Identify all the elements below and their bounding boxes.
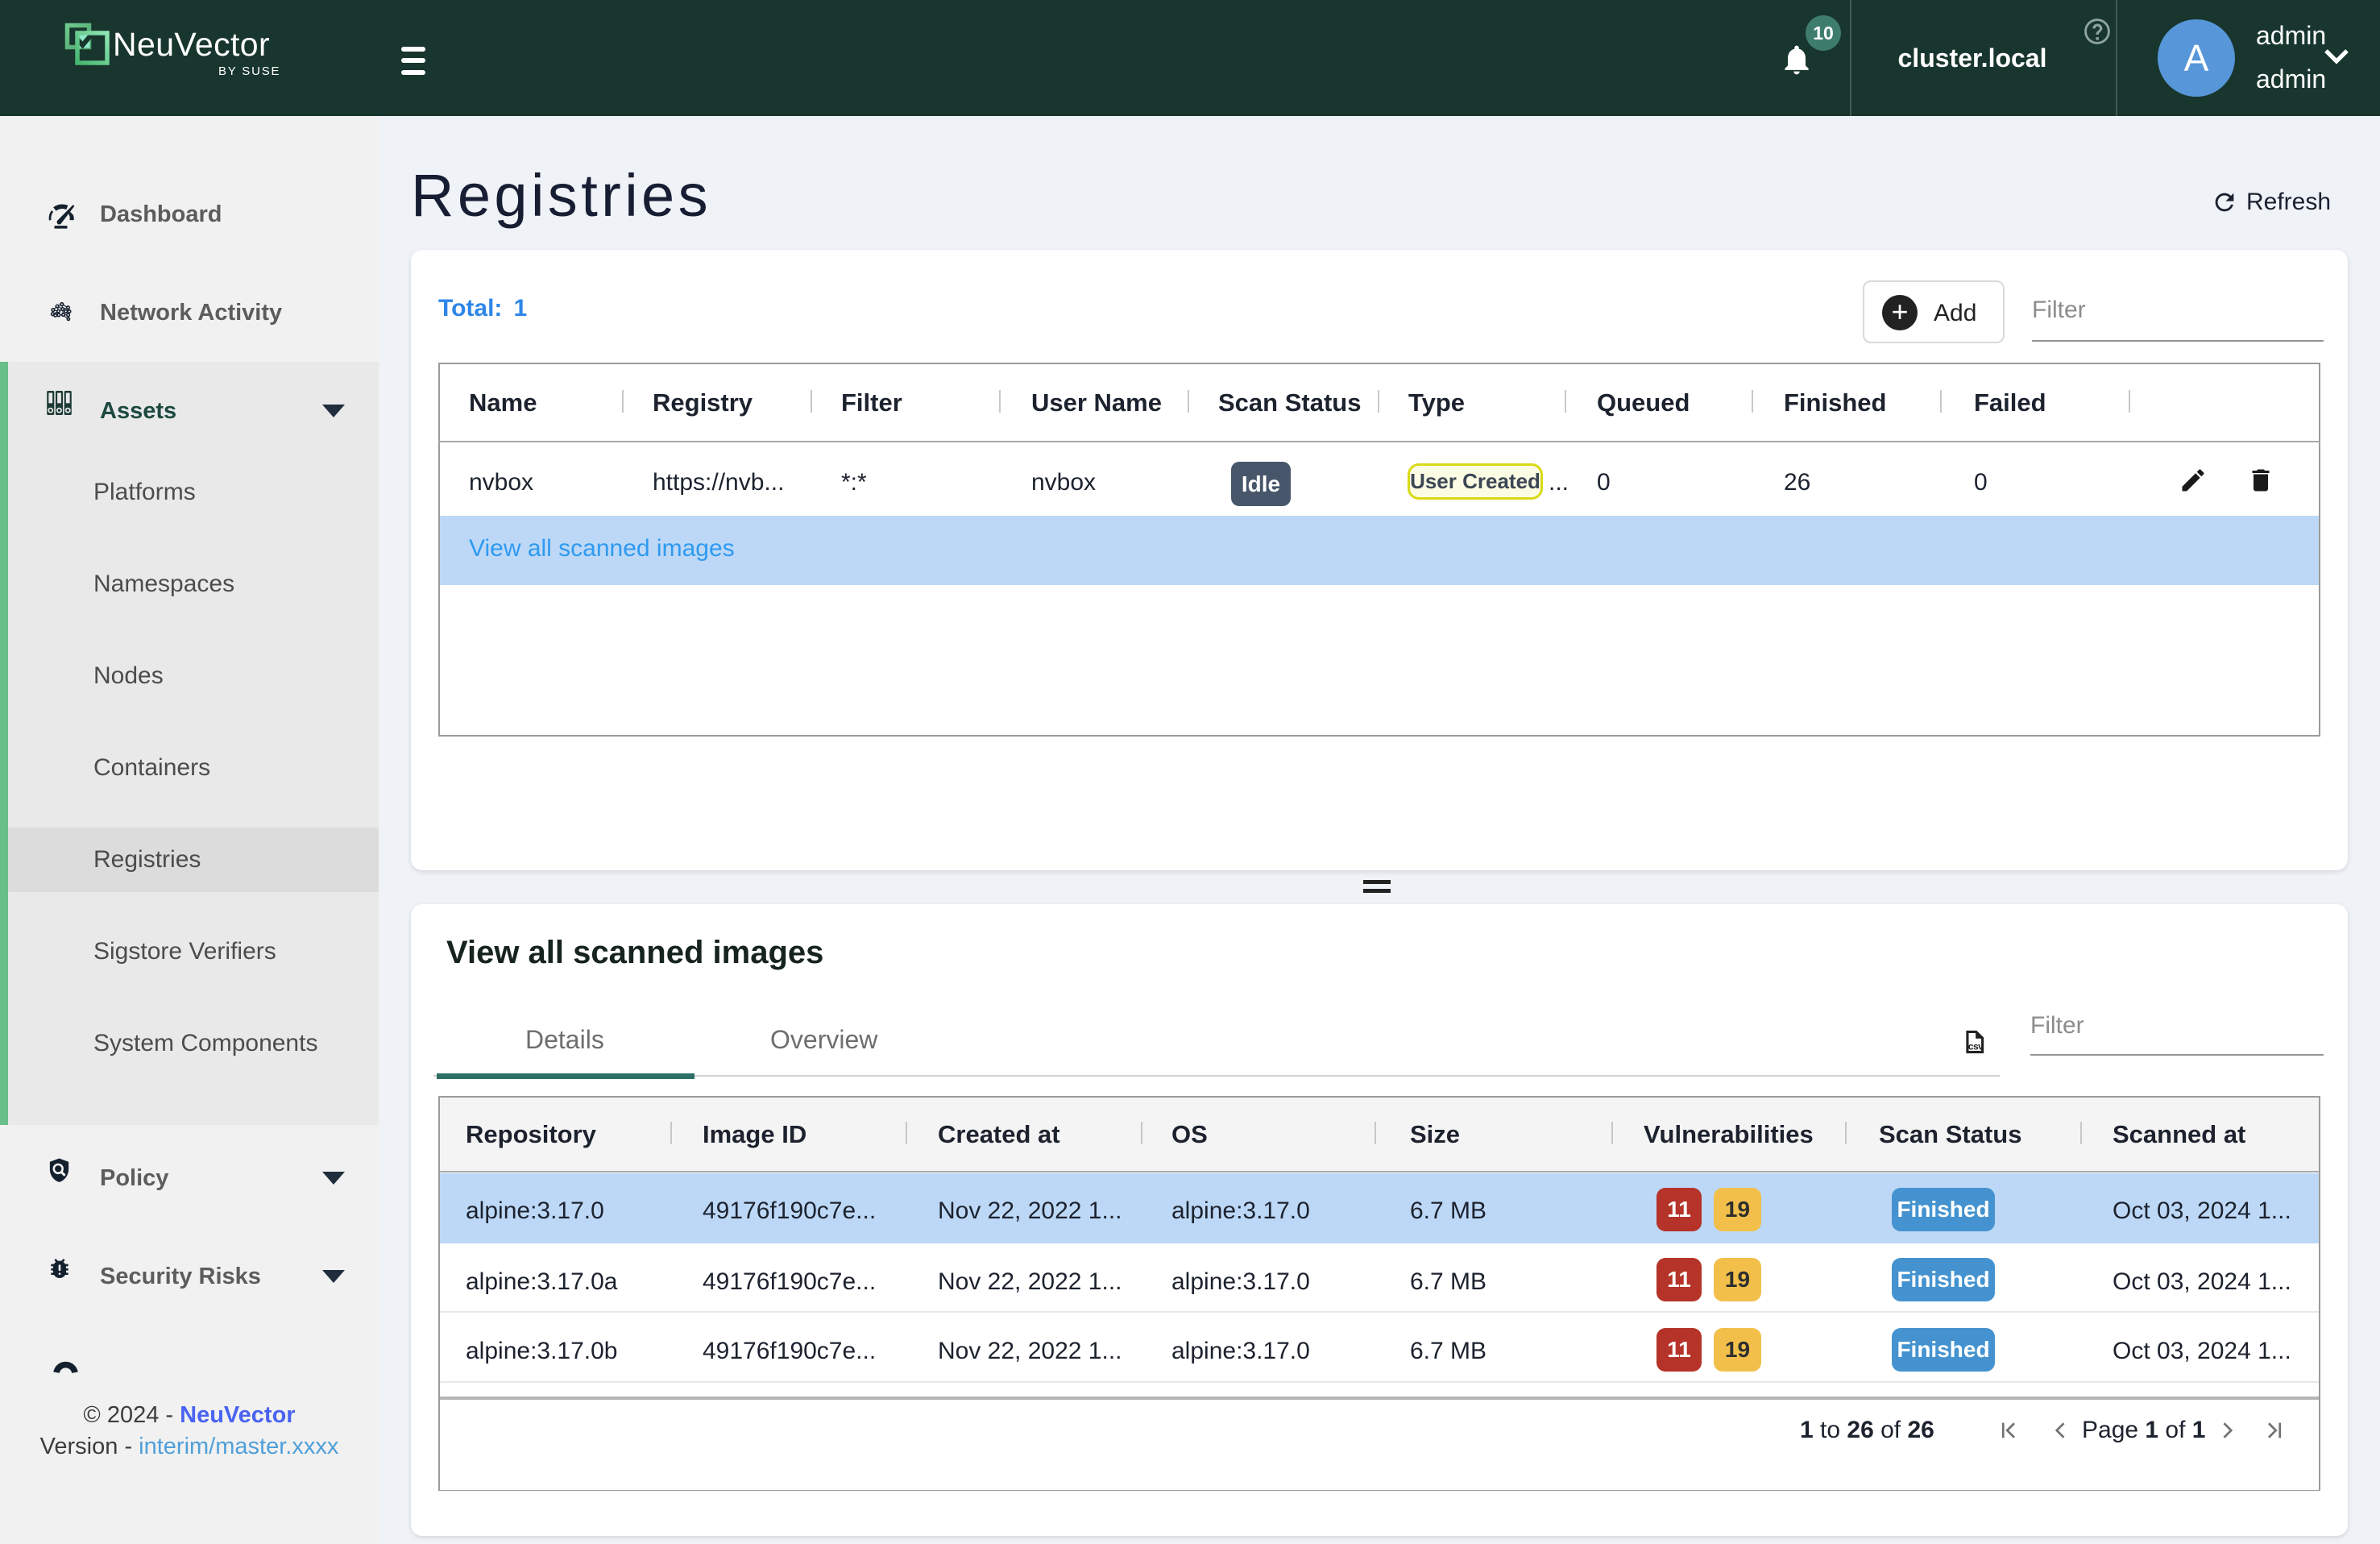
svg-text:csv: csv — [1968, 1040, 1984, 1052]
